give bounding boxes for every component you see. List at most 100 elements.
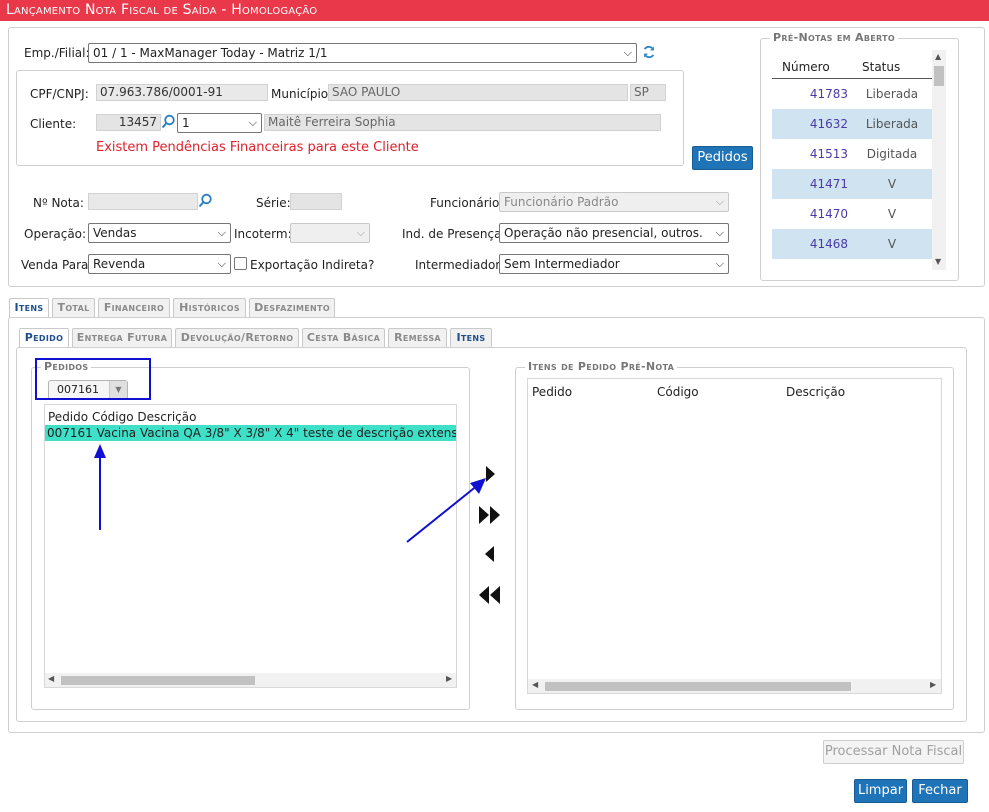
move-one-left-icon[interactable]	[483, 545, 497, 563]
prenota-status: V	[887, 207, 897, 221]
exportacao-label: Exportação Indireta?	[250, 258, 375, 272]
incoterm-select: ⌵	[290, 223, 370, 243]
venda-para-label: Venda Para:	[21, 258, 93, 272]
venda-para-value: Revenda	[93, 257, 146, 271]
prenota-status: V	[887, 177, 897, 191]
chevron-down-icon: ⌵	[715, 257, 724, 270]
funcionario-value: Funcionário Padrão	[504, 195, 619, 209]
prenota-numero: 41783	[809, 87, 848, 101]
item-descricao: Vacina QA 3/8" X 3/8" X 4" teste de desc…	[140, 426, 456, 440]
prenota-status: Liberada	[865, 87, 919, 101]
prenota-numero: 41513	[809, 147, 848, 161]
presenca-value: Operação não presencial, outros.	[504, 226, 703, 240]
scroll-right-icon[interactable]: ▶	[446, 674, 452, 683]
cliente-seq-select[interactable]: 1 ⌵	[177, 113, 262, 133]
presenca-select[interactable]: Operação não presencial, outros. ⌵	[499, 223, 729, 243]
prenota-numero: 41471	[809, 177, 848, 191]
incoterm-label: Incoterm:	[234, 227, 292, 241]
emp-filial-select[interactable]: 01 / 1 - MaxManager Today - Matriz 1/1 ⌵	[88, 43, 637, 63]
scroll-left-icon[interactable]: ◀	[48, 674, 54, 683]
chevron-down-icon: ⌵	[217, 257, 226, 270]
item-codigo: Vacina	[96, 426, 137, 440]
refresh-icon[interactable]	[642, 45, 656, 59]
prenota-numero: 41470	[809, 207, 848, 221]
tab-devolucao-retorno[interactable]: Devolução/Retorno	[175, 328, 299, 347]
exportacao-checkbox[interactable]	[234, 257, 247, 270]
tab-sub-itens[interactable]: Itens	[450, 328, 492, 347]
tab-entrega-futura[interactable]: Entrega Futura	[72, 328, 172, 347]
table-row[interactable]: 41471 V	[772, 169, 932, 199]
operacao-select[interactable]: Vendas ⌵	[88, 223, 231, 243]
prenotas-scrollbar[interactable]: ▲ ▼	[932, 50, 946, 270]
col-pedido: Pedido	[532, 385, 573, 399]
operacao-label: Operação:	[24, 227, 87, 241]
pedidos-list-hscroll[interactable]: ◀ ▶	[45, 673, 456, 687]
col-pedido: Pedido	[48, 410, 89, 424]
scroll-thumb[interactable]	[61, 676, 255, 685]
col-numero: Número	[782, 60, 830, 74]
scroll-up-icon[interactable]: ▲	[935, 52, 941, 61]
scroll-thumb[interactable]	[545, 682, 851, 691]
tab-remessa[interactable]: Remessa	[388, 328, 447, 347]
col-codigo: Código	[91, 410, 134, 424]
pedidos-list-header: Pedido Código Descrição	[48, 410, 196, 424]
chevron-down-icon: ⌵	[356, 226, 365, 239]
cliente-label: Cliente:	[30, 117, 77, 131]
scroll-thumb[interactable]	[934, 66, 944, 86]
list-item[interactable]: 007161 Vacina Vacina QA 3/8" X 3/8" X 4"…	[45, 425, 456, 441]
intermediador-select[interactable]: Sem Intermediador ⌵	[499, 254, 729, 274]
funcionario-select: Funcionário Padrão ⌵	[499, 192, 729, 212]
prenotas-legend: Pré-Notas em Aberto	[770, 31, 898, 44]
tab-financeiro[interactable]: Financeiro	[98, 298, 170, 317]
serie-label: Série:	[256, 196, 291, 210]
intermediador-label: Intermediador:	[415, 258, 505, 272]
chevron-down-icon: ⌵	[623, 46, 632, 59]
scroll-left-icon[interactable]: ◀	[532, 680, 538, 689]
fechar-button[interactable]: Fechar	[912, 779, 968, 803]
scroll-down-icon[interactable]: ▼	[935, 257, 941, 266]
numero-nota-field[interactable]	[88, 193, 198, 210]
limpar-button[interactable]: Limpar	[854, 779, 907, 803]
cliente-name-field: Maitê Ferreira Sophia	[264, 114, 661, 131]
itens-prenota-hscroll[interactable]: ◀ ▶	[528, 679, 941, 693]
col-status: Status	[862, 60, 901, 74]
cpf-field: 07.963.786/0001-91	[96, 84, 268, 101]
tab-itens[interactable]: Itens	[9, 298, 49, 318]
table-row[interactable]: 41783 Liberada	[772, 79, 932, 109]
venda-para-select[interactable]: Revenda ⌵	[88, 254, 231, 274]
tab-pedido[interactable]: Pedido	[19, 328, 69, 348]
item-pedido: 007161	[47, 426, 93, 440]
search-icon[interactable]	[198, 193, 213, 208]
search-icon[interactable]	[161, 114, 176, 129]
cpf-label: CPF/CNPJ:	[30, 87, 89, 101]
tab-cesta-basica[interactable]: Cesta Básica	[302, 328, 385, 347]
financial-warning: Existem Pendências Financeiras para este…	[96, 140, 419, 155]
municipio-label: Município:	[271, 87, 333, 101]
table-row[interactable]: 41470 V	[772, 199, 932, 229]
annotation-arrow-icon	[406, 478, 486, 543]
tab-total[interactable]: Total	[52, 298, 95, 317]
pedidos-button[interactable]: Pedidos	[692, 146, 753, 170]
table-row[interactable]: 41632 Liberada	[772, 109, 932, 139]
window-title: Lançamento Nota Fiscal de Saída - Homolo…	[0, 0, 989, 21]
prenota-status: Digitada	[866, 147, 918, 161]
prenota-numero: 41632	[809, 117, 848, 131]
presenca-label: Ind. de Presença:	[402, 227, 506, 241]
cliente-seq-value: 1	[182, 116, 190, 130]
processar-nota-button[interactable]: Processar Nota Fiscal	[823, 740, 964, 764]
prenota-status: V	[887, 237, 897, 251]
table-row[interactable]: 41513 Digitada	[772, 139, 932, 169]
itens-prenota-list: Pedido Código Descrição ◀ ▶	[527, 378, 942, 694]
col-codigo: Código	[657, 385, 699, 399]
scroll-right-icon[interactable]: ▶	[930, 680, 936, 689]
chevron-down-icon: ⌵	[715, 195, 724, 208]
serie-field[interactable]	[290, 193, 342, 210]
table-row[interactable]: 41468 V	[772, 229, 932, 259]
emp-filial-value: 01 / 1 - MaxManager Today - Matriz 1/1	[93, 46, 328, 60]
tab-desfazimento[interactable]: Desfazimento	[249, 298, 335, 317]
annotation-arrow-icon	[94, 444, 106, 530]
tab-historicos[interactable]: Históricos	[173, 298, 246, 317]
move-all-left-icon[interactable]	[478, 585, 502, 605]
annotation-highlight-box	[35, 358, 151, 400]
municipio-field: SAO PAULO	[328, 84, 628, 101]
